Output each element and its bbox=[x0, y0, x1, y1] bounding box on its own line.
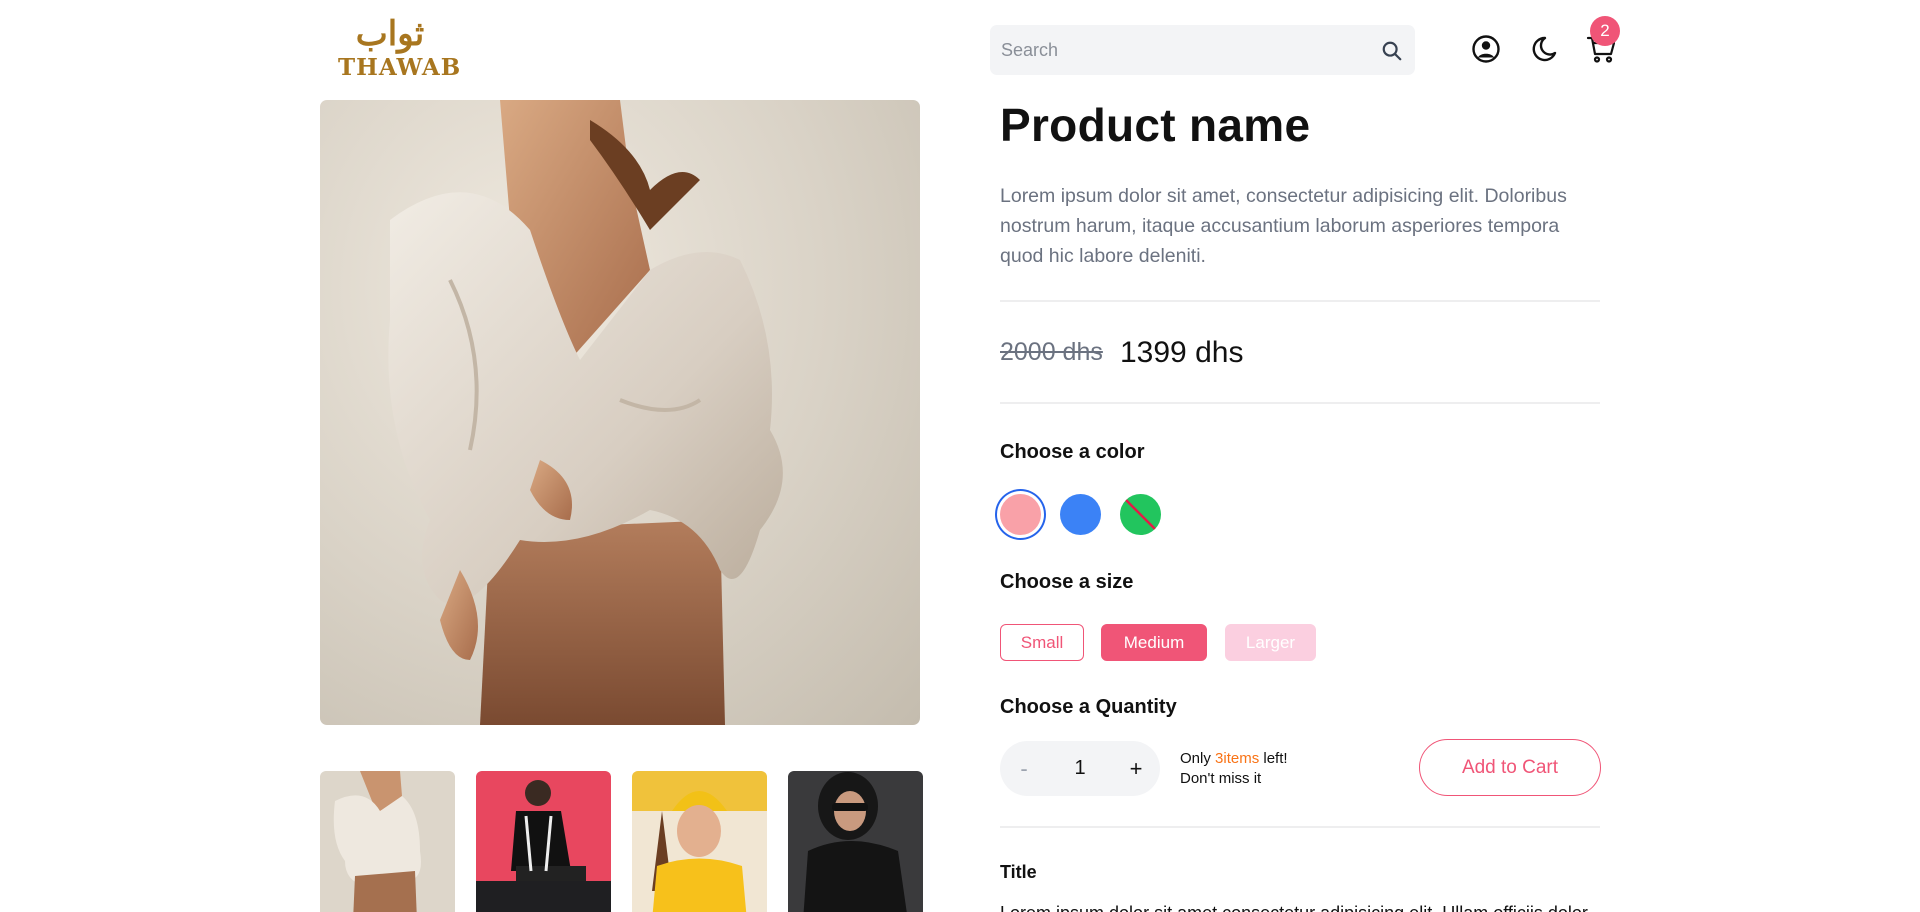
size-option-medium[interactable]: Medium bbox=[1101, 624, 1207, 661]
size-option-larger[interactable]: Larger bbox=[1225, 624, 1316, 661]
product-title: Product name bbox=[1000, 99, 1311, 151]
details-text: Lorem ipsum dolor sit amet consectetur a… bbox=[1000, 900, 1600, 912]
logo-wordmark: THAWAB bbox=[338, 54, 462, 81]
user-circle-icon bbox=[1472, 35, 1500, 63]
quantity-stepper: - 1 + bbox=[1000, 741, 1160, 796]
stock-note: Don't miss it bbox=[1180, 770, 1262, 787]
divider bbox=[1000, 826, 1600, 828]
size-option-small[interactable]: Small bbox=[1000, 624, 1084, 661]
stock-notice: Only 3items left! Don't miss it bbox=[1180, 749, 1288, 789]
add-to-cart-button[interactable]: Add to Cart bbox=[1419, 739, 1601, 796]
cart-count-badge: 2 bbox=[1590, 16, 1620, 46]
stock-prefix: Only bbox=[1180, 750, 1216, 767]
brand-logo[interactable]: ثواب THAWAB bbox=[338, 14, 462, 82]
stock-count: 3items bbox=[1215, 750, 1260, 767]
thumbnail-image[interactable] bbox=[632, 771, 767, 912]
logo-arabic-text: ثواب bbox=[355, 14, 425, 54]
color-swatch-pink[interactable] bbox=[1000, 494, 1041, 535]
quantity-section-label: Choose a Quantity bbox=[1000, 696, 1177, 718]
sale-price: 1399 dhs bbox=[1120, 336, 1244, 369]
thumbnail-image[interactable] bbox=[788, 771, 923, 912]
thumbnail-image[interactable] bbox=[320, 771, 455, 912]
details-title: Title bbox=[1000, 862, 1037, 882]
unavailable-slash-icon bbox=[1125, 499, 1156, 530]
search-input[interactable] bbox=[990, 25, 1380, 75]
thumbnail-image[interactable] bbox=[476, 771, 611, 912]
product-main-image bbox=[320, 100, 920, 725]
moon-icon bbox=[1532, 36, 1557, 62]
quantity-value: 1 bbox=[1074, 757, 1086, 779]
color-section-label: Choose a color bbox=[1000, 441, 1145, 463]
size-section-label: Choose a size bbox=[1000, 571, 1134, 593]
increase-quantity-button[interactable]: + bbox=[1112, 741, 1160, 796]
search-bar bbox=[990, 25, 1415, 75]
decrease-quantity-button[interactable]: - bbox=[1000, 741, 1048, 796]
account-button[interactable] bbox=[1469, 32, 1503, 66]
divider bbox=[1000, 300, 1600, 302]
dark-mode-toggle[interactable] bbox=[1527, 32, 1561, 66]
stock-line: Only 3items left! bbox=[1180, 749, 1288, 769]
color-swatch-green-unavailable[interactable] bbox=[1120, 494, 1161, 535]
search-icon bbox=[1382, 41, 1402, 61]
color-swatch-blue[interactable] bbox=[1060, 494, 1101, 535]
stock-suffix: left! bbox=[1259, 750, 1288, 767]
original-price: 2000 dhs bbox=[1000, 338, 1103, 366]
search-button[interactable] bbox=[1379, 38, 1405, 64]
divider bbox=[1000, 402, 1600, 404]
product-description: Lorem ipsum dolor sit amet, consectetur … bbox=[1000, 185, 1567, 267]
